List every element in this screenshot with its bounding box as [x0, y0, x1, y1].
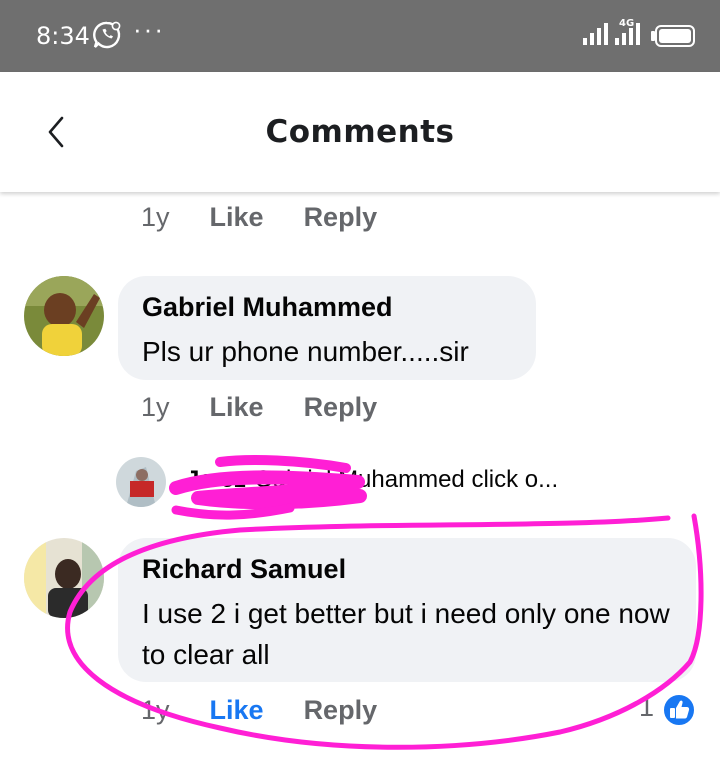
comment-author[interactable]: Gabriel Muhammed	[142, 292, 512, 323]
comment-list: 1y Like Reply Gabriel Muhammed Pls ur ph…	[0, 192, 720, 765]
reply-avatar[interactable]	[116, 457, 166, 507]
comment-actions: 1y Like Reply	[141, 392, 377, 423]
comments-header: Comments	[0, 72, 720, 192]
reply-author[interactable]: Jo ez	[186, 466, 246, 493]
comment-text: I use 2 i get better but i need only one…	[142, 598, 670, 670]
reply-button[interactable]: Reply	[304, 202, 378, 233]
comment-timestamp: 1y	[141, 202, 170, 232]
comment-bubble: Richard Samuel I use 2 i get better but …	[118, 538, 696, 682]
reply-button[interactable]: Reply	[304, 392, 378, 423]
reply-preview[interactable]: Jo ez Gabriel Muhammed click o...	[186, 466, 558, 494]
comment-actions: 1y Like Reply	[141, 695, 377, 726]
status-time: 8:34	[36, 22, 90, 50]
signal-icon	[614, 22, 640, 46]
reply-text: Gabriel Muhammed click o...	[254, 466, 559, 493]
status-bar: 8:34 ··· 4G	[0, 0, 720, 72]
avatar[interactable]	[24, 538, 104, 618]
like-button[interactable]: Like	[210, 202, 264, 233]
battery-icon	[650, 25, 696, 47]
reply-button[interactable]: Reply	[304, 695, 378, 726]
like-button[interactable]: Like	[210, 392, 264, 423]
avatar[interactable]	[24, 276, 104, 356]
comment-actions: 1y Like Reply	[141, 202, 377, 233]
whatsapp-icon	[92, 20, 122, 50]
signal-icon	[582, 22, 608, 46]
thumbs-up-icon[interactable]	[661, 692, 697, 728]
like-button[interactable]: Like	[210, 695, 264, 726]
comment-bubble: Gabriel Muhammed Pls ur phone number....…	[118, 276, 536, 380]
comment-timestamp: 1y	[141, 695, 170, 725]
comment-text: Pls ur phone number.....sir	[142, 336, 469, 367]
comment-timestamp: 1y	[141, 392, 170, 422]
reaction-count[interactable]: 1	[639, 692, 654, 723]
more-notifications-indicator: ···	[133, 14, 165, 44]
page-title: Comments	[265, 114, 455, 150]
comment-author[interactable]: Richard Samuel	[142, 554, 672, 585]
